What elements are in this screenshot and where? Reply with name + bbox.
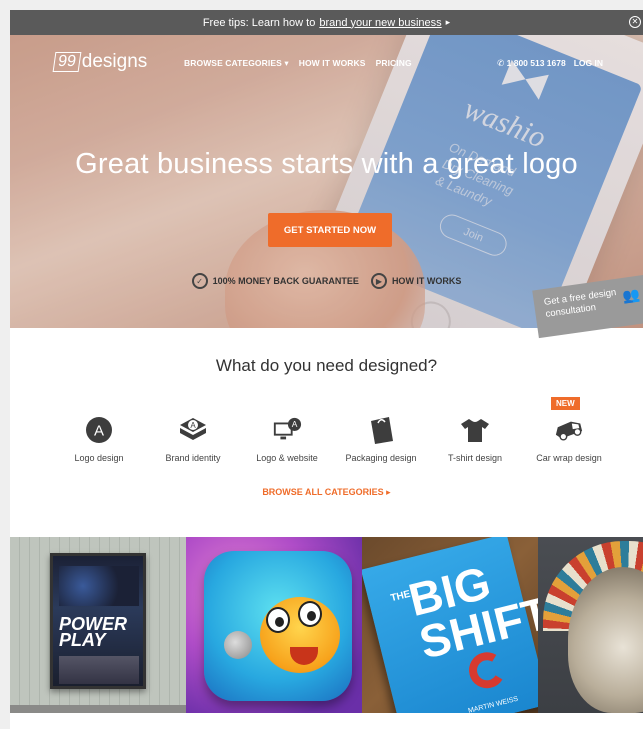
- check-circle-icon: ✓: [191, 273, 208, 289]
- nav-links: BROWSE CATEGORIES ▾ HOW IT WORKS PRICING: [184, 58, 412, 69]
- top-nav: 99 designs BROWSE CATEGORIES ▾ HOW IT WO…: [10, 35, 643, 85]
- category-brand-identity[interactable]: A Brand identity: [148, 415, 238, 463]
- power-play-poster: POWER PLAY: [50, 553, 146, 689]
- cat-app-icon: [204, 551, 352, 701]
- microphone-icon: [224, 631, 252, 659]
- tshirt-icon: [460, 415, 490, 445]
- close-icon[interactable]: ✕: [629, 16, 641, 28]
- hero-section: washio On Demand Dry Cleaning & Laundry …: [10, 35, 643, 328]
- design-gallery: POWER PLAY THE BIG SHIFT MARTIN WEISS: [10, 537, 643, 713]
- brand-identity-icon: A: [178, 415, 208, 445]
- 99designs-logo[interactable]: 99 designs: [52, 51, 148, 73]
- phone-number[interactable]: ✆ 1 800 513 1678: [497, 58, 566, 69]
- hero-headline: Great business starts with a great logo: [75, 148, 578, 180]
- category-tshirt-design[interactable]: T-shirt design: [430, 415, 520, 463]
- nav-right: ✆ 1 800 513 1678 LOG IN: [497, 58, 603, 69]
- category-list: A Logo design A Brand identity A Logo & …: [54, 415, 614, 463]
- svg-text:A: A: [190, 421, 196, 430]
- logo-a-icon: A: [84, 415, 114, 445]
- categories-heading: What do you need designed?: [215, 356, 438, 375]
- play-circle-icon: ▶: [370, 273, 387, 289]
- big-shift-book: THE BIG SHIFT MARTIN WEISS: [362, 537, 538, 713]
- category-logo-design[interactable]: A Logo design: [54, 415, 144, 463]
- bag-icon: [366, 415, 396, 445]
- logo-box: 99: [52, 52, 82, 72]
- get-started-button[interactable]: GET STARTED NOW: [268, 213, 392, 247]
- hero-guarantees: ✓ 100% MONEY BACK GUARANTEE ▶ HOW IT WOR…: [10, 273, 643, 289]
- car-icon: [554, 415, 584, 445]
- tip-bar: Free tips: Learn how to brand your new b…: [10, 10, 643, 35]
- tip-arrow-icon: ▸: [445, 17, 451, 27]
- nav-how-it-works[interactable]: HOW IT WORKS: [299, 58, 366, 69]
- nav-pricing[interactable]: PRICING: [376, 58, 412, 69]
- monitor-icon: A: [272, 415, 302, 445]
- tip-text: Free tips: Learn how to: [202, 16, 316, 29]
- new-badge: NEW: [551, 397, 580, 410]
- category-packaging-design[interactable]: Packaging design: [336, 415, 426, 463]
- gallery-tile-illustration[interactable]: [538, 537, 643, 713]
- svg-text:A: A: [94, 423, 104, 440]
- how-it-works-link[interactable]: ▶ HOW IT WORKS: [370, 273, 461, 289]
- phone-icon: ✆: [497, 58, 505, 68]
- browse-all-categories-link[interactable]: BROWSE ALL CATEGORIES ▸: [10, 487, 643, 498]
- tip-link[interactable]: brand your new business: [319, 17, 441, 29]
- people-icon: 👥: [621, 285, 641, 305]
- login-link[interactable]: LOG IN: [574, 58, 603, 69]
- svg-text:A: A: [292, 419, 298, 429]
- nav-browse-categories[interactable]: BROWSE CATEGORIES ▾: [184, 58, 289, 69]
- category-car-wrap-design[interactable]: Car wrap design: [524, 415, 614, 463]
- page: Free tips: Learn how to brand your new b…: [10, 10, 643, 729]
- category-logo-website[interactable]: A Logo & website: [242, 415, 332, 463]
- gallery-tile-app-icon[interactable]: [186, 537, 362, 713]
- money-back-guarantee[interactable]: ✓ 100% MONEY BACK GUARANTEE: [191, 273, 359, 289]
- logo-text: designs: [81, 51, 148, 72]
- gallery-tile-poster[interactable]: POWER PLAY: [10, 537, 186, 713]
- gallery-tile-book-cover[interactable]: THE BIG SHIFT MARTIN WEISS: [362, 537, 538, 713]
